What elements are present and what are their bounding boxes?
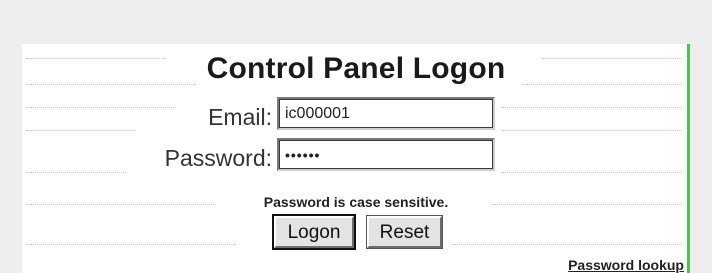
- email-label: Email:: [208, 104, 272, 130]
- password-lookup-link[interactable]: Password lookup: [568, 257, 684, 273]
- password-field[interactable]: ••••••: [277, 138, 495, 171]
- password-field-value: ••••••: [285, 147, 321, 163]
- logon-panel: Control Panel Logon Email: ic000001 Pass…: [22, 44, 690, 273]
- dotted-line: [26, 130, 136, 131]
- dotted-line: [26, 244, 236, 245]
- dotted-line: [502, 130, 682, 131]
- dotted-line: [502, 107, 682, 108]
- email-field-value: ic000001: [285, 105, 350, 122]
- logon-button[interactable]: Logon: [272, 214, 356, 250]
- dotted-line: [26, 172, 126, 173]
- email-field[interactable]: ic000001: [277, 97, 495, 130]
- dotted-line: [502, 172, 682, 173]
- screen-background: Control Panel Logon Email: ic000001 Pass…: [0, 0, 712, 273]
- case-sensitive-hint: Password is case sensitive.: [263, 194, 449, 210]
- reset-button[interactable]: Reset: [366, 215, 443, 249]
- password-label: Password:: [164, 145, 272, 171]
- dotted-line: [452, 244, 682, 245]
- page-title: Control Panel Logon: [206, 52, 506, 85]
